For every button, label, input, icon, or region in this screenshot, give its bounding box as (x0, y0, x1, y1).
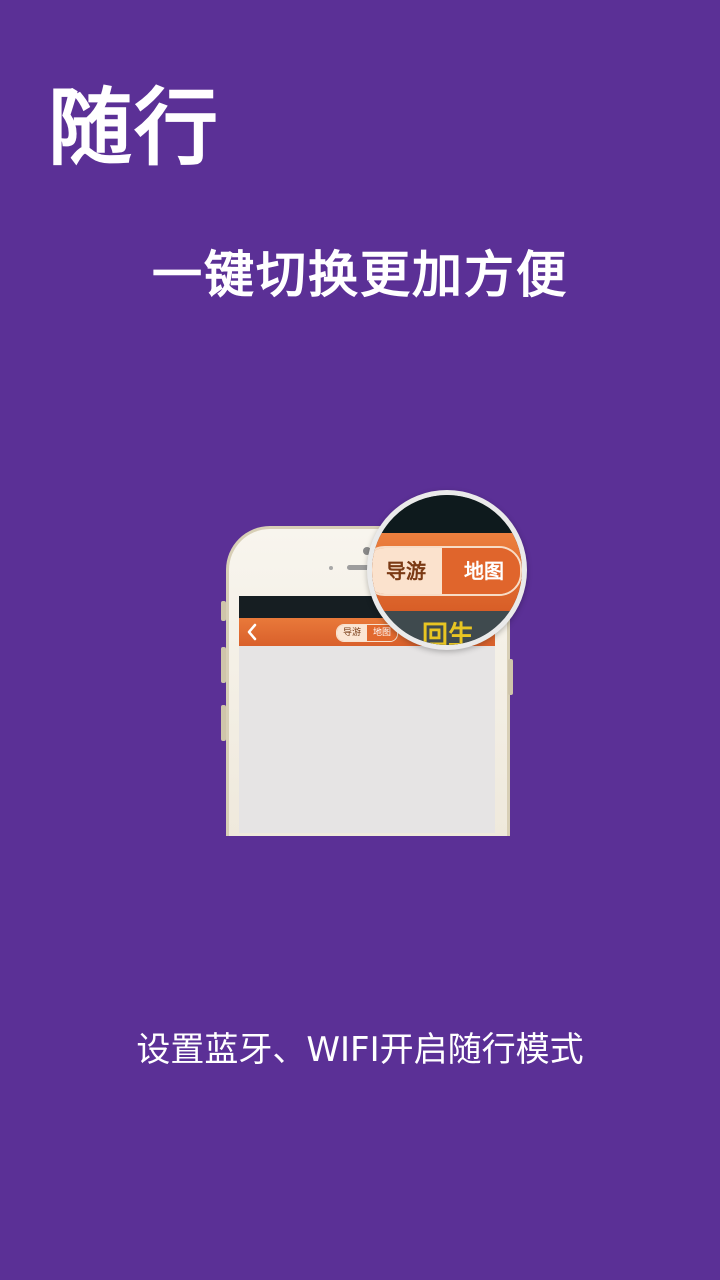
chevron-left-icon[interactable] (245, 622, 259, 642)
phone-sensor (329, 566, 333, 570)
zoomed-header-bar: 导游 地图 (372, 533, 522, 611)
zoomed-partial-text: 回生 (422, 621, 475, 650)
zoomed-tab-guide[interactable]: 导游 (372, 548, 442, 594)
zoomed-tab-map[interactable]: 地图 (442, 548, 520, 594)
page-subtitle: 一键切换更加方便 (152, 246, 568, 304)
phone-power-button (508, 659, 513, 695)
zoomed-status-bar (372, 495, 522, 533)
tab-guide[interactable]: 导游 (337, 625, 368, 641)
page-title: 随行 (48, 79, 221, 177)
phone-volume-down-button (221, 705, 226, 741)
zoomed-mode-toggle: 导游 地图 (372, 546, 522, 596)
phone-side-button (221, 601, 226, 621)
footer-description: 设置蓝牙、WIFI开启随行模式 (136, 1030, 584, 1070)
phone-volume-up-button (221, 647, 226, 683)
magnifier-zoom: 导游 地图 回生 (367, 490, 527, 650)
